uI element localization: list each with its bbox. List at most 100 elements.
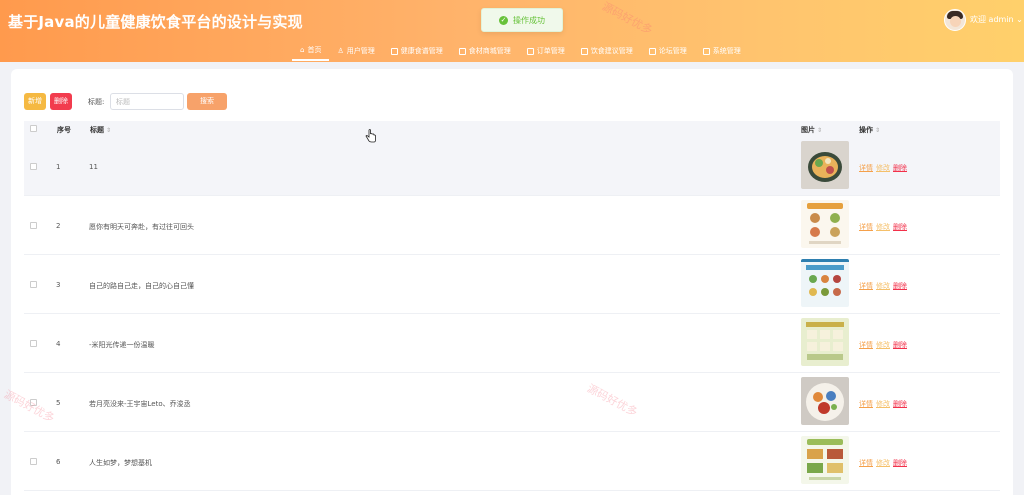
row-title: 自己的路自己走，自己的心自己懂	[89, 282, 194, 290]
site-title: 基于Java的儿童健康饮食平台的设计与实现	[8, 13, 303, 31]
title-search-input[interactable]	[110, 93, 184, 110]
chevron-down-icon: ⌄	[1016, 15, 1023, 24]
row-actions: 详情 修改 删除	[859, 458, 907, 468]
food-plate-icon	[801, 377, 849, 425]
nav-forum[interactable]: 论坛管理	[641, 41, 695, 61]
check-circle-icon: ✓	[499, 15, 508, 25]
row-title: -米阳光传递一份温暖	[89, 341, 155, 349]
menu-poster-icon	[801, 436, 849, 484]
main-nav: ⌂ 首页 ♙ 用户管理 健康食谱管理 食材商城管理 订单管理 饮食建议管理 论坛…	[292, 41, 749, 61]
nav-system[interactable]: 系统管理	[695, 41, 749, 61]
row-actions: 详情 修改 删除	[859, 222, 907, 232]
sort-icon: ⇕	[106, 127, 112, 134]
delete-link[interactable]: 删除	[893, 281, 907, 291]
row-thumbnail	[801, 200, 849, 248]
delete-link[interactable]: 删除	[893, 399, 907, 409]
row-index: 3	[56, 281, 61, 289]
toast-message: 操作成功	[513, 15, 545, 25]
edit-link[interactable]: 修改	[876, 399, 890, 409]
user-avatar[interactable]	[944, 9, 966, 31]
table-row[interactable]: 2 愿你有明天可奔赴，有过往可回头 详情 修改 删除	[24, 196, 1000, 255]
table-row[interactable]: 4 -米阳光传递一份温暖 详情 修改 删除	[24, 314, 1000, 373]
table-header: 序号 标题 ⇕ 图片 ⇕ 操作 ⇕	[24, 121, 1000, 137]
title-search-label: 标题:	[88, 98, 105, 106]
user-menu[interactable]: 欢迎 admin ⌄	[970, 14, 1023, 25]
nav-shop[interactable]: 食材商城管理	[451, 41, 519, 61]
success-toast: ✓ 操作成功	[481, 8, 563, 32]
nav-label: 首页	[307, 46, 322, 54]
row-thumbnail	[801, 436, 849, 484]
row-index: 4	[56, 340, 61, 348]
nav-label: 系统管理	[712, 47, 741, 55]
row-checkbox[interactable]	[30, 340, 37, 347]
search-button[interactable]: 搜索	[187, 93, 227, 110]
row-checkbox[interactable]	[30, 163, 37, 170]
detail-link[interactable]: 详情	[859, 340, 873, 350]
menu-poster-icon	[801, 200, 849, 248]
row-thumbnail	[801, 259, 849, 307]
nav-label: 健康食谱管理	[400, 47, 443, 55]
delete-button[interactable]: 删除	[50, 93, 72, 110]
delete-link[interactable]: 删除	[893, 458, 907, 468]
delete-link[interactable]: 删除	[893, 163, 907, 173]
col-image-label: 图片	[801, 126, 815, 134]
detail-link[interactable]: 详情	[859, 163, 873, 173]
table-row[interactable]: 5 若月亮没来-王宇宙Leto、乔浚丞 详情 修改 删除	[24, 373, 1000, 432]
edit-link[interactable]: 修改	[876, 222, 890, 232]
row-thumbnail	[801, 318, 849, 366]
row-actions: 详情 修改 删除	[859, 281, 907, 291]
nav-advice[interactable]: 饮食建议管理	[573, 41, 641, 61]
food-image-icon	[801, 141, 849, 189]
nav-label: 食材商城管理	[468, 47, 511, 55]
edit-link[interactable]: 修改	[876, 458, 890, 468]
detail-link[interactable]: 详情	[859, 222, 873, 232]
detail-link[interactable]: 详情	[859, 281, 873, 291]
add-button[interactable]: 新增	[24, 93, 46, 110]
shop-icon	[458, 47, 466, 55]
col-index-header: 序号	[57, 126, 71, 134]
row-index: 6	[56, 458, 61, 466]
col-title-header[interactable]: 标题 ⇕	[90, 125, 111, 135]
row-title: 若月亮没来-王宇宙Leto、乔浚丞	[89, 400, 191, 408]
col-title-label: 标题	[90, 126, 104, 134]
nav-label: 订单管理	[536, 47, 565, 55]
delete-link[interactable]: 删除	[893, 222, 907, 232]
edit-link[interactable]: 修改	[876, 281, 890, 291]
system-icon	[702, 47, 710, 55]
user-greeting: 欢迎 admin	[970, 15, 1014, 24]
row-thumbnail	[801, 141, 849, 189]
recipe-table: 序号 标题 ⇕ 图片 ⇕ 操作 ⇕ 1 11 详情 修改 删除 2 愿你有明天可奔赴，…	[24, 121, 1000, 491]
select-all-checkbox[interactable]	[30, 125, 37, 132]
edit-link[interactable]: 修改	[876, 163, 890, 173]
row-checkbox[interactable]	[30, 222, 37, 229]
row-title: 愿你有明天可奔赴，有过往可回头	[89, 223, 194, 231]
order-icon	[526, 47, 534, 55]
col-actions-label: 操作	[859, 126, 873, 134]
nav-home[interactable]: ⌂ 首页	[292, 41, 330, 61]
detail-link[interactable]: 详情	[859, 399, 873, 409]
table-row[interactable]: 3 自己的路自己走，自己的心自己懂 详情 修改 删除	[24, 255, 1000, 314]
nav-label: 用户管理	[346, 47, 375, 55]
forum-icon	[648, 47, 656, 55]
row-checkbox[interactable]	[30, 281, 37, 288]
nav-users[interactable]: ♙ 用户管理	[329, 41, 382, 61]
row-index: 1	[56, 163, 61, 171]
row-title: 11	[89, 163, 98, 171]
home-icon: ⌂	[300, 46, 305, 54]
user-icon: ♙	[337, 47, 344, 55]
delete-link[interactable]: 删除	[893, 340, 907, 350]
row-checkbox[interactable]	[30, 458, 37, 465]
detail-link[interactable]: 详情	[859, 458, 873, 468]
edit-link[interactable]: 修改	[876, 340, 890, 350]
row-thumbnail	[801, 377, 849, 425]
nav-label: 论坛管理	[658, 47, 687, 55]
nav-orders[interactable]: 订单管理	[519, 41, 573, 61]
row-title: 人生如梦，梦想基机	[89, 459, 152, 467]
table-row[interactable]: 6 人生如梦，梦想基机 详情 修改 删除	[24, 432, 1000, 491]
col-actions-header[interactable]: 操作 ⇕	[859, 125, 880, 135]
nav-label: 饮食建议管理	[590, 47, 633, 55]
nav-recipes[interactable]: 健康食谱管理	[383, 41, 451, 61]
col-image-header[interactable]: 图片 ⇕	[801, 125, 822, 135]
table-row[interactable]: 1 11 详情 修改 删除	[24, 137, 1000, 196]
sort-icon: ⇕	[817, 127, 823, 134]
